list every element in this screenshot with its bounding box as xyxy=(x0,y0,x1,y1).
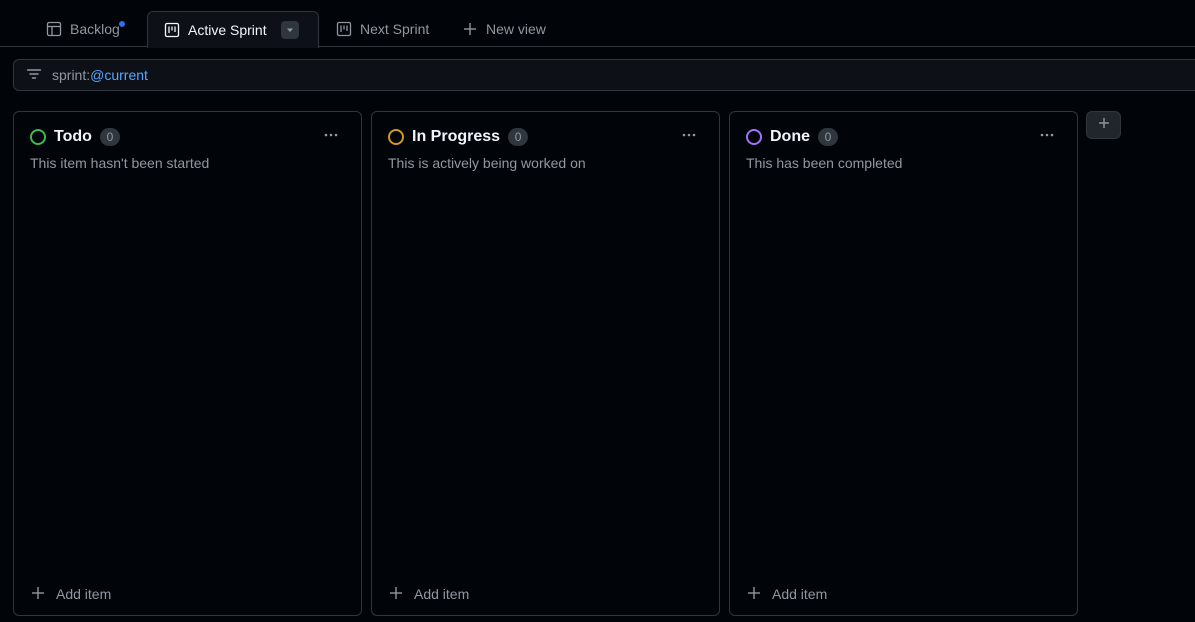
board-icon xyxy=(336,21,352,37)
tab-label: Active Sprint xyxy=(188,22,267,38)
column-header: Todo 0 xyxy=(30,126,345,148)
notification-dot xyxy=(118,20,126,28)
item-count-badge: 0 xyxy=(818,128,838,146)
add-item-button[interactable]: Add item xyxy=(746,583,827,605)
board-icon xyxy=(164,22,180,38)
status-circle-icon xyxy=(388,129,404,145)
tab-label: Next Sprint xyxy=(360,21,430,37)
add-item-label: Add item xyxy=(56,586,112,602)
kebab-horizontal-icon xyxy=(681,127,697,148)
column-description: This item hasn't been started xyxy=(30,155,210,171)
plus-icon xyxy=(30,585,46,604)
add-column-button[interactable] xyxy=(1086,111,1121,139)
plus-icon xyxy=(388,585,404,604)
filter-key: sprint: xyxy=(52,67,91,83)
item-count-badge: 0 xyxy=(99,128,120,146)
table-icon xyxy=(46,21,62,37)
filter-value: @current xyxy=(90,67,148,83)
column-header: In Progress 0 xyxy=(388,126,703,148)
column-title: In Progress xyxy=(412,128,501,145)
filter-bar[interactable]: sprint:@current xyxy=(13,59,1195,91)
triangle-down-icon xyxy=(285,25,295,35)
status-circle-icon xyxy=(746,129,762,145)
column-description: This has been completed xyxy=(746,155,903,171)
column-header: Done 0 xyxy=(746,126,1061,148)
plus-icon xyxy=(462,21,478,37)
tab-next-sprint[interactable]: Next Sprint xyxy=(336,11,429,47)
column-menu-button[interactable] xyxy=(675,126,703,148)
column-menu-button[interactable] xyxy=(1033,126,1061,148)
tab-label: Backlog xyxy=(70,21,120,37)
kebab-horizontal-icon xyxy=(1039,127,1055,148)
column-title: Done xyxy=(770,128,810,145)
status-circle-icon xyxy=(30,129,46,145)
new-view-button[interactable]: New view xyxy=(462,11,546,47)
view-options-button[interactable] xyxy=(280,21,299,39)
column-description: This is actively being worked on xyxy=(388,155,586,171)
column-menu-button[interactable] xyxy=(317,126,345,148)
column-done: Done 0 This has been completed Add item xyxy=(729,111,1078,616)
column-title: Todo xyxy=(54,128,92,145)
column-in-progress: In Progress 0 This is actively being wor… xyxy=(371,111,720,616)
filter-icon xyxy=(26,66,42,85)
tab-active-sprint[interactable]: Active Sprint xyxy=(147,11,319,48)
add-item-button[interactable]: Add item xyxy=(30,583,111,605)
add-item-button[interactable]: Add item xyxy=(388,583,469,605)
filter-query: sprint:@current xyxy=(52,67,148,83)
tab-label: New view xyxy=(486,21,546,37)
view-tab-bar: Backlog Active Sprint Next Sprint New vi… xyxy=(0,0,1195,48)
plus-icon xyxy=(746,585,762,604)
item-count-badge: 0 xyxy=(508,128,529,146)
column-todo: Todo 0 This item hasn't been started Add… xyxy=(13,111,362,616)
add-item-label: Add item xyxy=(414,586,470,602)
plus-icon xyxy=(1096,115,1112,136)
add-item-label: Add item xyxy=(772,586,828,602)
tab-backlog[interactable]: Backlog xyxy=(46,11,126,47)
kebab-horizontal-icon xyxy=(323,127,339,148)
